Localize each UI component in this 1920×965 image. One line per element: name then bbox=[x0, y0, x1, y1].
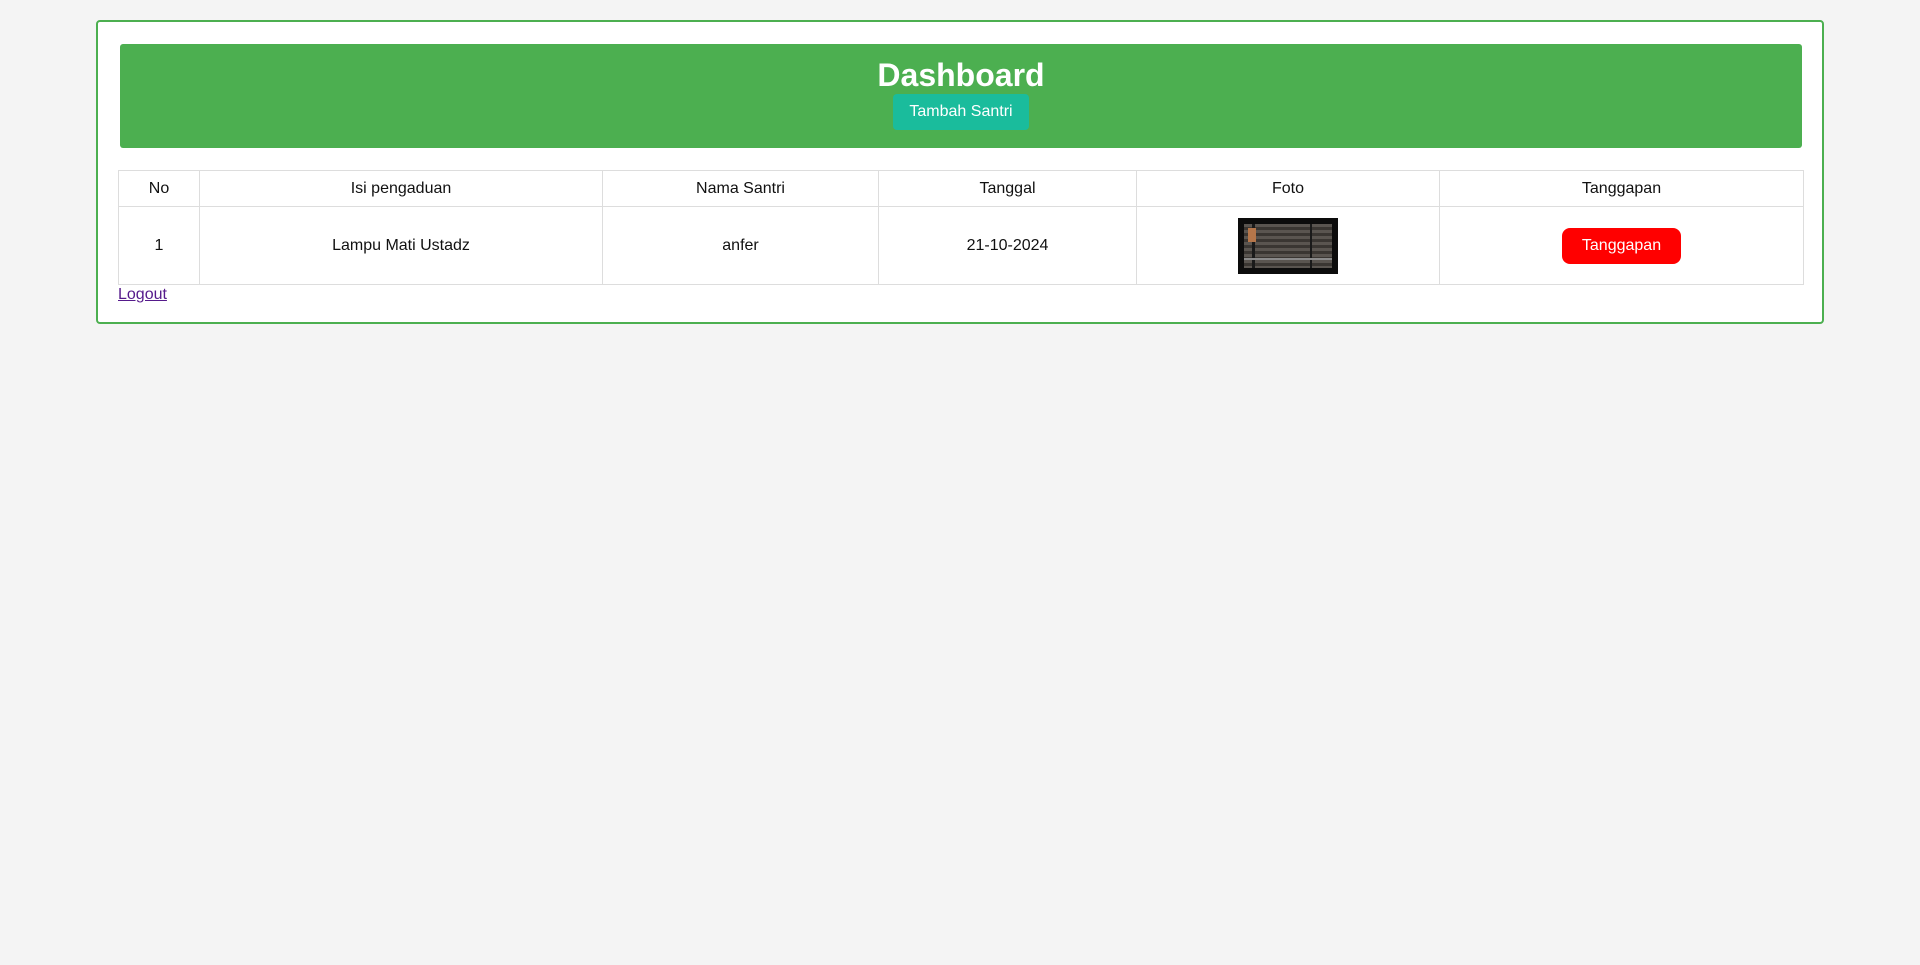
tambah-santri-button[interactable]: Tambah Santri bbox=[893, 94, 1029, 130]
cell-no: 1 bbox=[118, 206, 200, 285]
column-header-foto: Foto bbox=[1136, 170, 1440, 207]
column-header-no: No bbox=[118, 170, 200, 207]
cell-tanggapan: Tanggapan bbox=[1439, 206, 1804, 285]
cell-nama-santri: anfer bbox=[602, 206, 879, 285]
dashboard-header: Dashboard Tambah Santri bbox=[120, 44, 1802, 148]
cell-isi-pengaduan: Lampu Mati Ustadz bbox=[199, 206, 603, 285]
table-row: 1 Lampu Mati Ustadz anfer 21-10-2024 Tan… bbox=[118, 206, 1804, 285]
column-header-tanggal: Tanggal bbox=[878, 170, 1137, 207]
column-header-nama-santri: Nama Santri bbox=[602, 170, 879, 207]
logout-link[interactable]: Logout bbox=[118, 285, 167, 305]
cell-tanggal: 21-10-2024 bbox=[878, 206, 1137, 285]
cell-foto bbox=[1136, 206, 1440, 285]
tanggapan-button[interactable]: Tanggapan bbox=[1561, 227, 1682, 264]
column-header-isi-pengaduan: Isi pengaduan bbox=[199, 170, 603, 207]
complaints-table: No Isi pengaduan Nama Santri Tanggal Fot… bbox=[118, 170, 1804, 285]
table-header-row: No Isi pengaduan Nama Santri Tanggal Fot… bbox=[118, 170, 1804, 207]
page-title: Dashboard bbox=[877, 57, 1045, 93]
column-header-tanggapan: Tanggapan bbox=[1439, 170, 1804, 207]
complaint-photo bbox=[1238, 217, 1338, 274]
dashboard-container: Dashboard Tambah Santri No Isi pengaduan… bbox=[96, 20, 1824, 324]
